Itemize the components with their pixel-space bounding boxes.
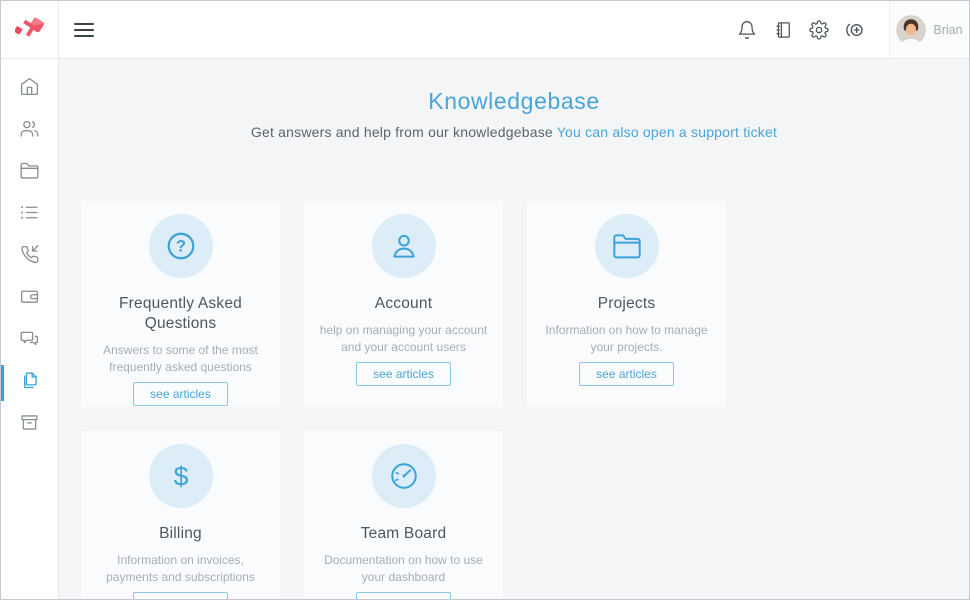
item-calls[interactable]: [1, 236, 58, 278]
header-icons: [729, 20, 873, 40]
item-payments[interactable]: [1, 278, 58, 320]
app-window: Brian: [0, 0, 970, 600]
bell-icon[interactable]: [737, 20, 757, 40]
gauge-icon: [372, 444, 436, 508]
page-title: Knowledgebase: [59, 88, 969, 115]
item-customers[interactable]: [1, 110, 58, 152]
see-articles-button[interactable]: see articles: [356, 362, 451, 386]
card-title: Team Board: [329, 524, 479, 544]
item-messages[interactable]: [1, 320, 58, 362]
home-icon: [19, 76, 40, 102]
card-description: Documentation on how to use your dashboa…: [318, 552, 490, 586]
card-description: Information on invoices, payments and su…: [95, 552, 267, 586]
knowledgebase-card: ? Frequently Asked Questions Answers to …: [81, 201, 280, 407]
chat-icon: [19, 328, 40, 354]
notebook-icon[interactable]: [773, 20, 793, 40]
knowledgebase-card: Team Board Documentation on how to use y…: [304, 431, 503, 599]
svg-text:$: $: [173, 461, 188, 491]
item-projects[interactable]: [1, 152, 58, 194]
user-menu[interactable]: Brian: [889, 1, 969, 58]
menu-toggle-icon[interactable]: [70, 15, 98, 45]
card-title: Frequently Asked Questions: [106, 294, 256, 334]
knowledgebase-cards: ? Frequently Asked Questions Answers to …: [81, 201, 947, 599]
person-icon: [372, 214, 436, 278]
wallet-icon: [19, 286, 40, 312]
page-subtitle: Get answers and help from our knowledgeb…: [59, 124, 969, 140]
item-home[interactable]: [1, 68, 58, 110]
see-articles-button[interactable]: see articles: [133, 382, 228, 406]
list-icon: [19, 202, 40, 228]
card-description: help on managing your account and your a…: [318, 322, 490, 356]
knowledgebase-card: $ Billing Information on invoices, payme…: [81, 431, 280, 599]
dollar-icon: $: [149, 444, 213, 508]
card-title: Account: [329, 294, 479, 314]
support-ticket-link[interactable]: You can also open a support ticket: [557, 124, 777, 140]
add-circle-icon[interactable]: [845, 20, 865, 40]
item-tasks[interactable]: [1, 194, 58, 236]
users-icon: [19, 118, 40, 144]
folder-icon: [19, 160, 40, 186]
phone-in-icon: [19, 244, 40, 270]
card-title: Billing: [106, 524, 256, 544]
svg-text:?: ?: [175, 237, 185, 256]
item-knowledgebase[interactable]: [1, 362, 58, 404]
card-title: Projects: [552, 294, 702, 314]
archive-icon: [19, 412, 40, 438]
card-description: Answers to some of the most frequently a…: [95, 342, 267, 376]
item-archive[interactable]: [1, 404, 58, 446]
card-description: Information on how to manage your projec…: [541, 322, 713, 356]
top-bar: Brian: [1, 1, 969, 59]
question-icon: ?: [149, 214, 213, 278]
see-articles-button[interactable]: see articles: [133, 592, 228, 599]
see-articles-button[interactable]: see articles: [579, 362, 674, 386]
knowledgebase-card: Projects Information on how to manage yo…: [527, 201, 726, 407]
sidebar: [1, 59, 59, 599]
main-content: Knowledgebase Get answers and help from …: [59, 59, 969, 599]
avatar: [896, 15, 926, 45]
folder-icon: [595, 214, 659, 278]
gear-icon[interactable]: [809, 20, 829, 40]
knowledgebase-card: Account help on managing your account an…: [304, 201, 503, 407]
header-right: Brian: [729, 1, 969, 58]
see-articles-button[interactable]: see articles: [356, 592, 451, 599]
pages-icon: [19, 370, 40, 396]
brand-logo-icon: [15, 15, 45, 45]
brand-logo[interactable]: [1, 1, 59, 58]
user-name: Brian: [933, 23, 962, 37]
subtitle-text: Get answers and help from our knowledgeb…: [251, 124, 553, 140]
